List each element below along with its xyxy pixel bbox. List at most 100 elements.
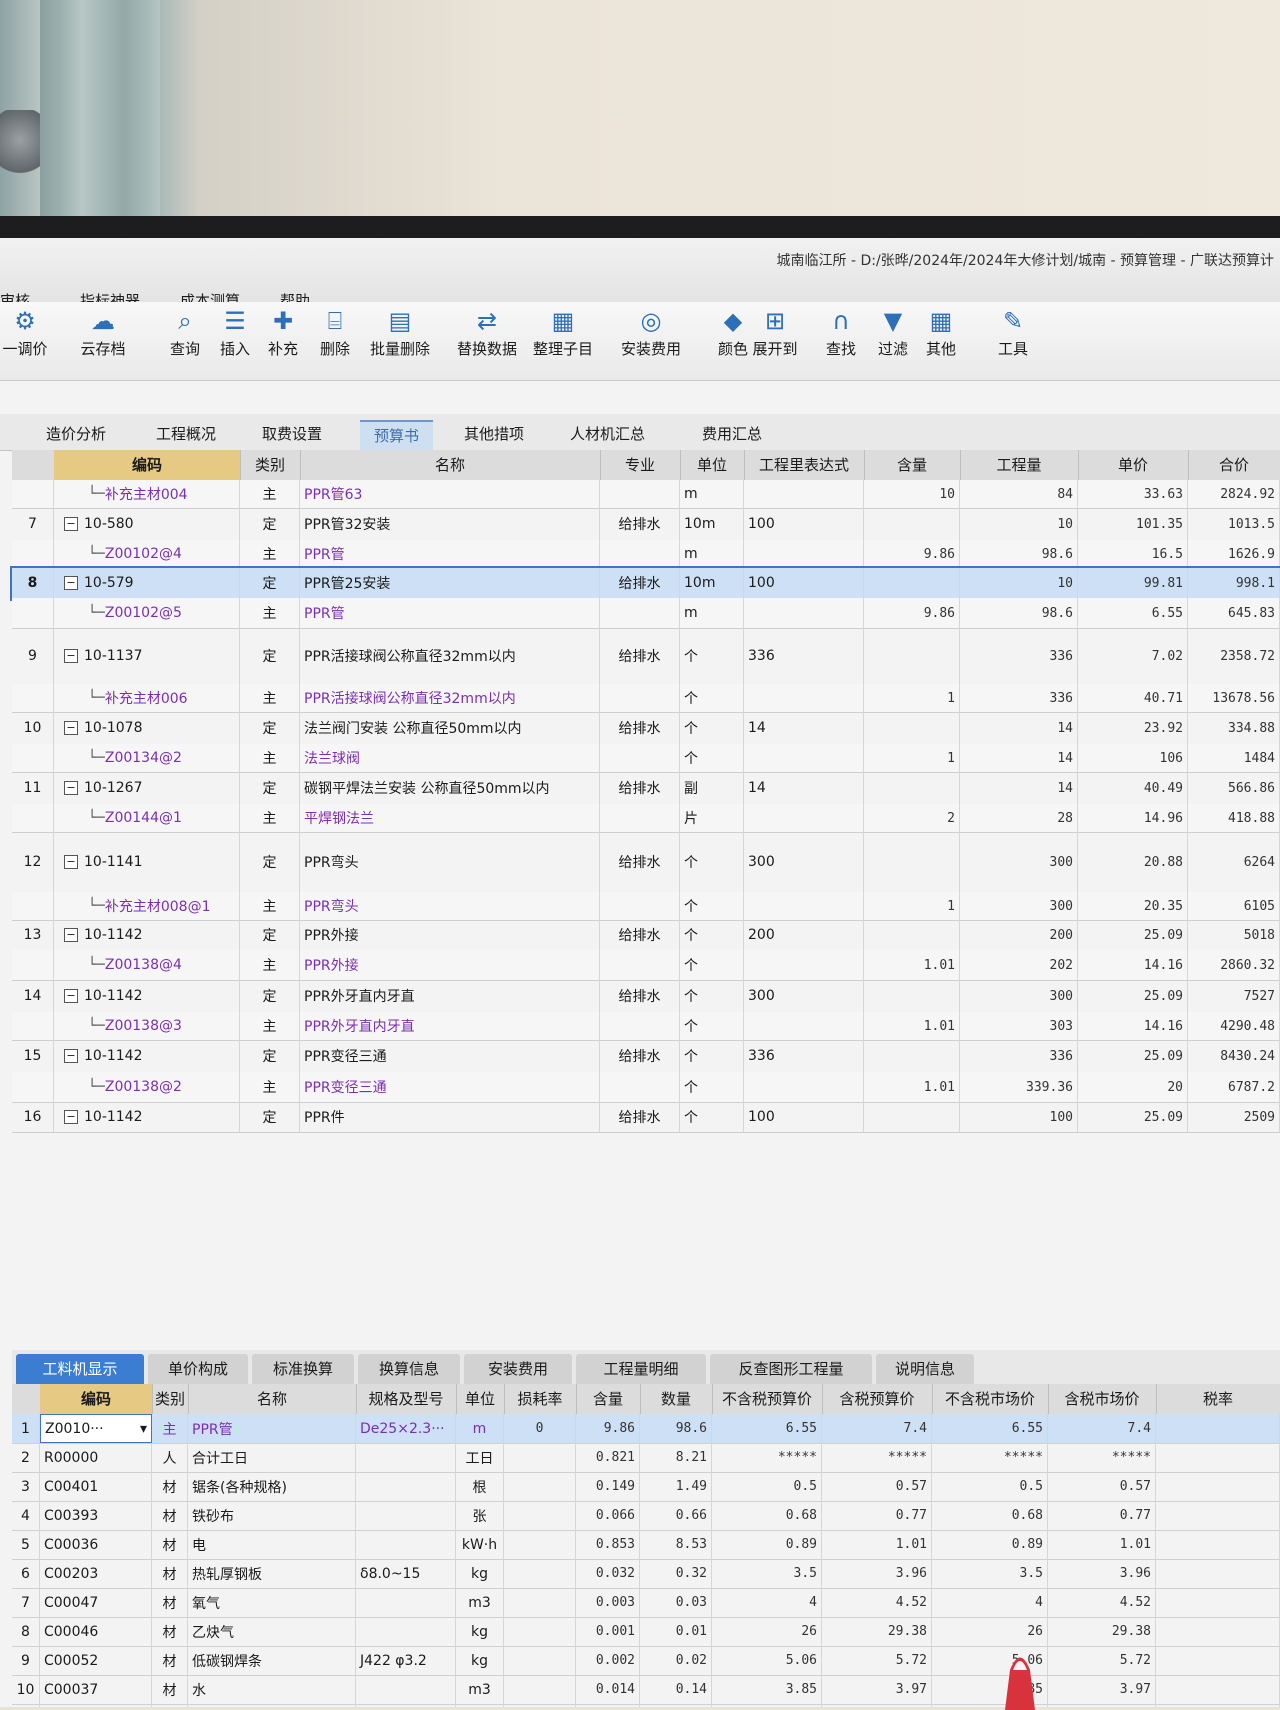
cell-code[interactable]: └─ Z00134@2 xyxy=(54,744,240,772)
collapse-toggle-icon[interactable]: − xyxy=(64,781,78,795)
cell-name[interactable]: 平焊钢法兰 xyxy=(300,804,600,832)
material-header-7[interactable]: 数量 xyxy=(640,1384,713,1414)
cell-code[interactable]: └─ Z00102@5 xyxy=(54,598,240,628)
cell-name[interactable]: PPR管63 xyxy=(300,480,600,508)
cell-name[interactable]: PPR变径三通 xyxy=(300,1072,600,1102)
ribbon-button-cloud-upload[interactable]: ☁ 云存档 xyxy=(72,306,134,359)
cell-name[interactable]: PPR外牙直内牙直 xyxy=(300,980,600,1012)
material-cell-code[interactable]: C00036 xyxy=(40,1530,152,1559)
detail-tab-1[interactable]: 单价构成 xyxy=(148,1354,248,1384)
cell-name[interactable]: PPR件 xyxy=(300,1102,600,1132)
cell-name[interactable]: PPR管25安装 xyxy=(300,568,600,598)
header-2[interactable]: 名称 xyxy=(300,450,601,480)
material-cell-code[interactable]: C00401 xyxy=(40,1472,152,1501)
cell-code[interactable]: −10-580 xyxy=(54,508,240,540)
table-row[interactable]: 16 −10-1142 定 PPR件 给排水 个 100 100 25.09 2509 xyxy=(12,1102,1280,1133)
cell-name[interactable]: PPR管 xyxy=(300,540,600,568)
collapse-toggle-icon[interactable]: − xyxy=(64,576,78,590)
cell-code[interactable]: −10-579 xyxy=(54,568,240,598)
material-row[interactable]: 2 R00000 人合计工日 工日 0.821 8.21 ***** ***** ***** **… xyxy=(12,1443,1280,1473)
table-row[interactable]: └─ Z00138@4 主 PPR外接 个 1.01 202 14.16 2860.32 xyxy=(12,950,1280,981)
header-7[interactable]: 工程量 xyxy=(960,450,1079,480)
detail-tab-5[interactable]: 工程量明细 xyxy=(576,1354,706,1384)
cell-code[interactable]: └─ Z00138@2 xyxy=(54,1072,240,1102)
material-header-1[interactable]: 类别 xyxy=(152,1384,189,1414)
material-cell-code[interactable]: C00047 xyxy=(40,1588,152,1617)
material-cell-name[interactable]: 氧气 xyxy=(188,1588,356,1617)
table-row[interactable]: └─ Z00138@3 主 PPR外牙直内牙直 个 1.01 303 14.16 4290.4… xyxy=(12,1012,1280,1041)
table-row[interactable]: 7 −10-580 定 PPR管32安装 给排水 10m 100 10 101.35 1013.5 xyxy=(12,508,1280,541)
cell-code[interactable]: └─ 补充主材006 xyxy=(54,684,240,712)
ribbon-button-replace[interactable]: ⇄ 替换数据 xyxy=(446,306,528,359)
cell-code[interactable]: −10-1141 xyxy=(54,832,240,892)
material-row[interactable]: 9 C00052 材低碳钢焊条 J422 φ3.2 kg 0.002 0.02 5.06 5.7… xyxy=(12,1646,1280,1676)
tab-4[interactable]: 其他措项 xyxy=(450,420,538,448)
table-row[interactable]: 9 −10-1137 定 PPR活接球阀公称直径32mm以内 给排水 个 336 336 7.0… xyxy=(12,628,1280,685)
header-1[interactable]: 类别 xyxy=(240,450,301,480)
material-header-5[interactable]: 损耗率 xyxy=(504,1384,577,1414)
cell-name[interactable]: PPR弯头 xyxy=(300,892,600,920)
table-row[interactable]: └─ Z00134@2 主 法兰球阀 个 1 14 106 1484 xyxy=(12,744,1280,773)
material-header-10[interactable]: 不含税市场价 xyxy=(932,1384,1049,1414)
material-cell-name[interactable]: 锯条(各种规格) xyxy=(188,1472,356,1501)
material-cell-code[interactable]: R00000 xyxy=(40,1443,152,1472)
ribbon-button-coins[interactable]: ◎ 安装费用 xyxy=(610,306,692,359)
cell-code[interactable]: └─ 补充主材004 xyxy=(54,480,240,508)
material-cell-name[interactable]: 铁砂布 xyxy=(188,1501,356,1530)
cell-name[interactable]: PPR外接 xyxy=(300,920,600,950)
material-cell-code[interactable]: C00203 xyxy=(40,1559,152,1588)
table-row[interactable]: └─ Z00102@5 主 PPR管 m 9.86 98.6 6.55 645.83 xyxy=(12,598,1280,629)
table-row[interactable]: └─ 补充主材004 主 PPR管63 m 10 84 33.63 2824.92 xyxy=(12,480,1280,509)
collapse-toggle-icon[interactable]: − xyxy=(64,1110,78,1124)
tab-1[interactable]: 工程概况 xyxy=(142,420,230,448)
collapse-toggle-icon[interactable]: − xyxy=(64,517,78,531)
material-cell-code[interactable]: Z0010··· ▾ xyxy=(40,1414,152,1443)
table-row[interactable]: └─ Z00144@1 主 平焊钢法兰 片 2 28 14.96 418.88 xyxy=(12,804,1280,833)
material-row[interactable]: 7 C00047 材氧气 m3 0.003 0.03 4 4.52 4 4.52 xyxy=(12,1588,1280,1618)
collapse-toggle-icon[interactable]: − xyxy=(64,721,78,735)
material-cell-name[interactable]: 电 xyxy=(188,1530,356,1559)
detail-tab-0[interactable]: 工料机显示 xyxy=(16,1354,144,1384)
cell-code[interactable]: └─ Z00138@4 xyxy=(54,950,240,980)
ribbon-button-expand[interactable]: ⊞ 展开到 xyxy=(744,306,806,359)
material-header-12[interactable]: 税率 xyxy=(1156,1384,1280,1414)
material-header-2[interactable]: 名称 xyxy=(188,1384,357,1414)
material-cell-name[interactable]: 水 xyxy=(188,1675,356,1704)
detail-tab-3[interactable]: 换算信息 xyxy=(358,1354,460,1384)
header-8[interactable]: 单价 xyxy=(1078,450,1189,480)
tab-6[interactable]: 费用汇总 xyxy=(688,420,776,448)
header-9[interactable]: 合价 xyxy=(1188,450,1280,480)
material-header-4[interactable]: 单位 xyxy=(456,1384,505,1414)
cell-code[interactable]: └─ 补充主材008@1 xyxy=(54,892,240,920)
material-header-9[interactable]: 含税预算价 xyxy=(822,1384,933,1414)
material-row[interactable]: 3 C00401 材锯条(各种规格) 根 0.149 1.49 0.5 0.57 0.5 0.57 xyxy=(12,1472,1280,1502)
tab-3[interactable]: 预算书 xyxy=(360,420,434,450)
table-row[interactable]: └─ 补充主材008@1 主 PPR弯头 个 1 300 20.35 6105 xyxy=(12,892,1280,921)
collapse-toggle-icon[interactable]: − xyxy=(64,989,78,1003)
header-6[interactable]: 含量 xyxy=(864,450,961,480)
detail-tab-6[interactable]: 反查图形工程量 xyxy=(710,1354,872,1384)
cell-name[interactable]: 法兰球阀 xyxy=(300,744,600,772)
table-row[interactable]: └─ 补充主材006 主 PPR活接球阀公称直径32mm以内 个 1 336 40.71 13… xyxy=(12,684,1280,713)
table-row[interactable]: 14 −10-1142 定 PPR外牙直内牙直 给排水 个 300 300 25.09 7527 xyxy=(12,980,1280,1013)
ribbon-button-adjust[interactable]: ⚙ 一调价 xyxy=(0,306,56,359)
cell-name[interactable]: PPR外接 xyxy=(300,950,600,980)
detail-tab-4[interactable]: 安装费用 xyxy=(464,1354,572,1384)
cell-code[interactable]: └─ Z00138@3 xyxy=(54,1012,240,1040)
ribbon-button-organize[interactable]: ▦ 整理子目 xyxy=(522,306,604,359)
table-row[interactable]: 11 −10-1267 定 碳钢平焊法兰安装 公称直径50mm以内 给排水 副 14 14 40… xyxy=(12,772,1280,805)
header-4[interactable]: 单位 xyxy=(680,450,745,480)
material-row[interactable]: 5 C00036 材电 kW·h 0.853 8.53 0.89 1.01 0.89 1.01 xyxy=(12,1530,1280,1560)
cell-code[interactable]: −10-1078 xyxy=(54,712,240,744)
collapse-toggle-icon[interactable]: − xyxy=(64,855,78,869)
material-cell-name[interactable]: 乙炔气 xyxy=(188,1617,356,1646)
cell-code[interactable]: −10-1267 xyxy=(54,772,240,804)
collapse-toggle-icon[interactable]: − xyxy=(64,649,78,663)
material-row[interactable]: 10C00037材水m30.0140.143.853.973.853.97 xyxy=(12,1675,1280,1705)
tab-0[interactable]: 造价分析 xyxy=(32,420,120,448)
cell-name[interactable]: 碳钢平焊法兰安装 公称直径50mm以内 xyxy=(300,772,600,804)
table-row[interactable]: 12 −10-1141 定 PPR弯头 给排水 个 300 300 20.88 6264 xyxy=(12,832,1280,893)
cell-name[interactable]: 法兰阀门安装 公称直径50mm以内 xyxy=(300,712,600,744)
chevron-down-icon[interactable]: ▾ xyxy=(140,1421,147,1437)
material-row[interactable]: 6 C00203 材热轧厚钢板 δ8.0~15 kg 0.032 0.32 3.5 3.96 3.… xyxy=(12,1559,1280,1589)
